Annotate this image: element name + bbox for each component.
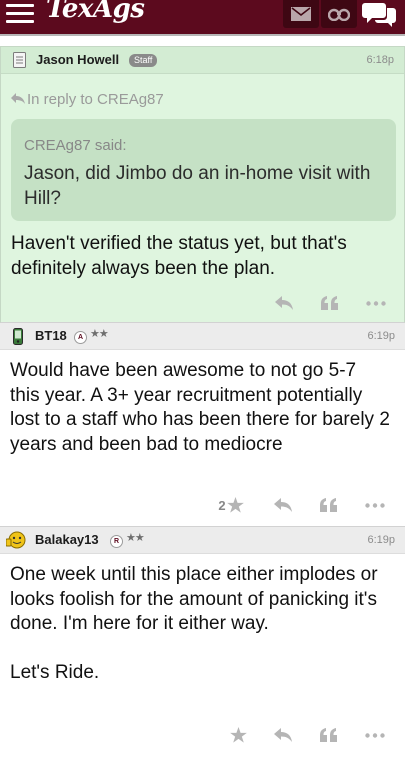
post: Balakay13 R ★★ 6:19p One week until this…: [0, 527, 405, 767]
quote-icon: [319, 498, 337, 512]
like-count: 2: [218, 497, 226, 513]
post-body: Would have been awesome to not go 5-7 th…: [10, 360, 390, 455]
quoted-post: CREAg87 said: Jason, did Jimbo do an in-…: [11, 119, 396, 221]
like-button[interactable]: [228, 725, 248, 745]
like-button[interactable]: 2: [214, 495, 248, 515]
post-header: BT18 A ★★ 6:19p: [0, 323, 405, 350]
post-actions: [1, 293, 404, 313]
quote-text: Jason, did Jimbo do an in-home visit wit…: [24, 163, 371, 209]
more-options-button[interactable]: [364, 495, 386, 515]
reply-button[interactable]: [273, 293, 295, 313]
rank-badge: A: [74, 331, 87, 344]
ellipsis-icon: [365, 732, 385, 738]
in-reply-to-link[interactable]: In reply to CREAg87: [11, 91, 164, 108]
reply-to-text: In reply to CREAg87: [27, 91, 164, 108]
quote-button[interactable]: [319, 293, 339, 313]
post-actions: [0, 725, 405, 745]
reply-icon: [274, 498, 292, 512]
quote-icon: [320, 296, 338, 310]
ellipsis-icon: [366, 300, 386, 306]
rank-badge: R: [110, 535, 123, 548]
post-time: 6:19p: [367, 534, 395, 546]
staff-badge: Staff: [129, 54, 158, 67]
reply-icon: [275, 296, 293, 310]
chat-icon: [362, 3, 396, 27]
post-username[interactable]: BT18: [35, 328, 67, 343]
mail-icon: [291, 7, 311, 21]
site-logo[interactable]: TexAgs: [46, 0, 145, 24]
quote-button[interactable]: [318, 495, 338, 515]
thumbs-up-avatar-icon: [6, 531, 28, 549]
quote-header: CREAg87 said:: [24, 137, 127, 154]
menu-icon[interactable]: [6, 4, 34, 23]
document-icon: [11, 51, 27, 69]
post-time: 6:18p: [366, 54, 394, 66]
top-bar: TexAgs: [0, 0, 405, 36]
post: BT18 A ★★ 6:19p Would have been awesome …: [0, 323, 405, 527]
binoculars-icon: [328, 8, 350, 21]
post-actions: 2: [0, 495, 405, 515]
post-body: Haven't verified the status yet, but tha…: [11, 233, 347, 279]
mail-button[interactable]: [283, 0, 319, 28]
quote-button[interactable]: [318, 725, 338, 745]
reply-button[interactable]: [272, 725, 294, 745]
post-username[interactable]: Balakay13: [35, 532, 99, 547]
phone-avatar-icon: [10, 327, 26, 345]
post-time: 6:19p: [367, 330, 395, 342]
watchlist-button[interactable]: [321, 0, 357, 28]
reply-arrow-icon: [11, 91, 27, 108]
ellipsis-icon: [365, 502, 385, 508]
post-body: One week until this place either implode…: [10, 564, 378, 683]
more-options-button[interactable]: [365, 293, 387, 313]
rank-stars: ★★: [126, 532, 145, 544]
post-header: Balakay13 R ★★ 6:19p: [0, 527, 405, 554]
star-icon: [226, 497, 244, 513]
star-icon: [229, 727, 247, 743]
post-staff-reply: Jason Howell Staff 6:18p In reply to CRE…: [0, 46, 405, 323]
quote-icon: [319, 728, 337, 742]
more-options-button[interactable]: [364, 725, 386, 745]
chat-button[interactable]: [359, 0, 399, 28]
rank-stars: ★★: [90, 328, 109, 340]
reply-button[interactable]: [272, 495, 294, 515]
post-username[interactable]: Jason Howell: [36, 52, 119, 67]
post-header: Jason Howell Staff 6:18p: [1, 47, 404, 74]
reply-icon: [274, 728, 292, 742]
